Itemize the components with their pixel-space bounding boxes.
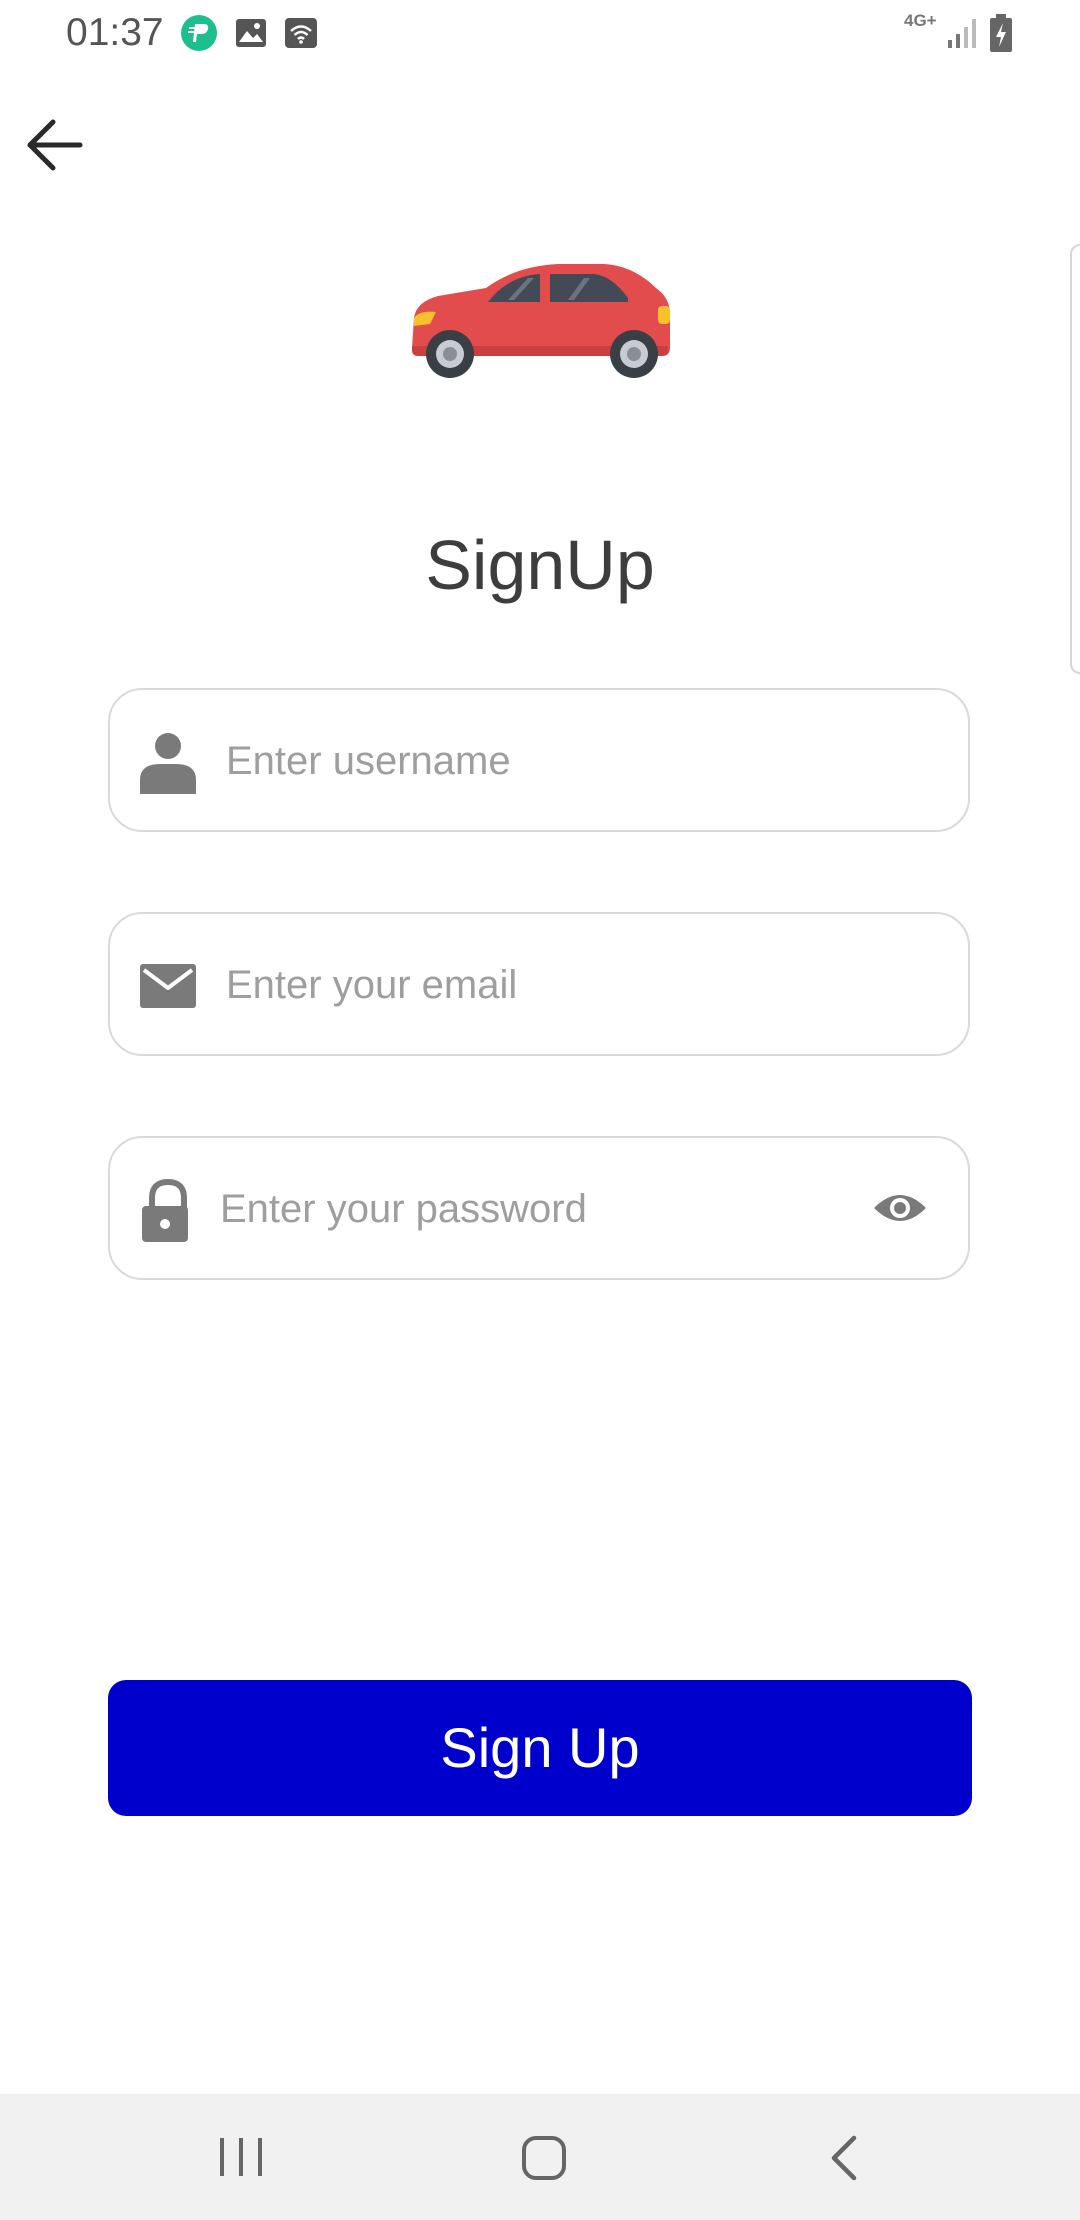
person-icon [140,733,196,794]
battery-charging-icon [990,14,1012,52]
username-placeholder: Enter username [226,739,511,783]
envelope-icon [140,964,196,1008]
signal-icon [948,19,976,48]
wifi-calling-icon [285,18,317,48]
email-field[interactable]: Enter your email [108,912,970,1056]
username-field[interactable]: Enter username [108,688,970,832]
email-placeholder: Enter your email [226,963,518,1007]
car-icon [412,264,670,378]
lock-icon [142,1178,188,1242]
recents-icon[interactable] [214,2132,268,2182]
page-title: SignUp [425,526,655,604]
arrow-left-icon [27,119,83,171]
gallery-icon [236,19,266,47]
navigation-bar [0,2094,1080,2220]
network-type: 4G+ [904,11,937,30]
status-bar: 01:37 4G+ [0,0,1080,66]
app-notification-icon [181,15,217,51]
password-placeholder: Enter your password [220,1187,587,1231]
status-time: 01:37 [66,11,164,54]
back-icon[interactable] [820,2130,870,2186]
back-arrow-button[interactable] [20,110,90,180]
sign-up-button[interactable]: Sign Up [108,1680,972,1816]
home-icon[interactable] [514,2128,574,2188]
eye-icon[interactable] [872,1188,928,1228]
password-field[interactable]: Enter your password [108,1136,970,1280]
